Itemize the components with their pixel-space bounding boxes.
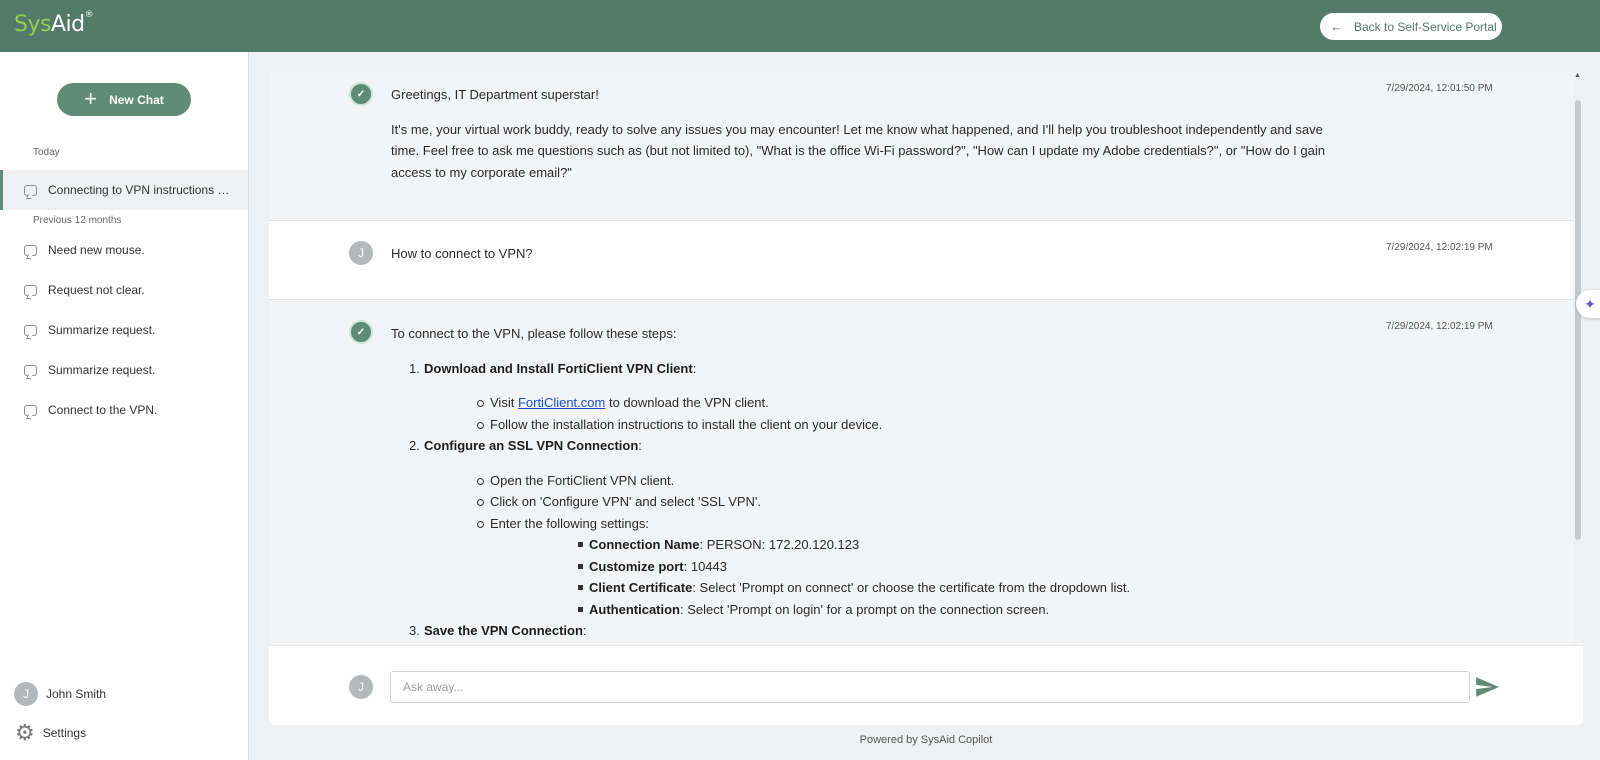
new-chat-label: New Chat bbox=[109, 92, 164, 107]
chat-history-item[interactable]: Connecting to VPN instructions n... bbox=[0, 170, 248, 210]
bullet-text: Visit bbox=[490, 395, 518, 410]
arrow-left-icon: ← bbox=[1330, 19, 1343, 34]
step-colon: : bbox=[582, 623, 587, 638]
logo-text-aid: Aid bbox=[50, 12, 85, 37]
step-colon: : bbox=[692, 360, 697, 376]
bot-message: ✓ 7/29/2024, 12:02:19 PM To connect to t… bbox=[269, 300, 1583, 645]
step-item: 1. Download and Install FortiClient VPN … bbox=[391, 358, 1351, 436]
step-number: 1. bbox=[409, 360, 420, 376]
back-to-portal-button[interactable]: ← Back to Self-Service Portal bbox=[1320, 13, 1502, 40]
chat-history-label: Summarize request. bbox=[48, 363, 156, 377]
plus-icon: + bbox=[84, 85, 98, 111]
logo-text-sys: Sys bbox=[14, 12, 51, 37]
copilot-avatar-icon: ✓ bbox=[349, 82, 373, 106]
sidebar: + New Chat Today Connecting to VPN instr… bbox=[0, 52, 249, 760]
step-item: 2. Configure an SSL VPN Connection: Open… bbox=[391, 435, 1351, 620]
avatar: J bbox=[14, 682, 38, 706]
new-chat-button[interactable]: + New Chat bbox=[57, 83, 191, 116]
chat-bubble-icon bbox=[24, 284, 37, 296]
user-profile[interactable]: J John Smith bbox=[14, 682, 106, 706]
setting-value: : Select 'Prompt on connect' or choose t… bbox=[692, 580, 1131, 595]
step-title: Configure an SSL VPN Connection bbox=[424, 438, 639, 453]
chat-history-item[interactable]: Connect to the VPN. bbox=[0, 390, 248, 430]
setting-value: : 10443 bbox=[683, 558, 727, 574]
message-body: Greetings, IT Department superstar! It's… bbox=[391, 84, 1351, 183]
message-timestamp: 7/29/2024, 12:02:19 PM bbox=[1386, 321, 1493, 332]
user-message: J 7/29/2024, 12:02:19 PM How to connect … bbox=[269, 221, 1583, 299]
avatar: J bbox=[349, 241, 373, 265]
bot-message: ✓ 7/29/2024, 12:01:50 PM Greetings, IT D… bbox=[269, 72, 1583, 220]
powered-by-footer: Powered by SysAid Copilot bbox=[859, 734, 993, 746]
step-number: 2. bbox=[409, 438, 420, 453]
group-label-previous: Previous 12 months bbox=[33, 215, 122, 226]
chat-history-label: Summarize request. bbox=[48, 323, 156, 337]
gear-icon: ⚙ bbox=[15, 720, 35, 745]
chat-bubble-icon bbox=[24, 244, 37, 256]
step-bullets: Open the FortiClient VPN client. Click o… bbox=[424, 470, 1351, 621]
forticlient-link[interactable]: FortiClient.com bbox=[518, 395, 605, 410]
chat-bubble-icon bbox=[24, 184, 37, 196]
chat-history-item[interactable]: Summarize request. bbox=[0, 310, 248, 350]
message-timestamp: 7/29/2024, 12:02:19 PM bbox=[1386, 242, 1493, 253]
bullet-item: Enter the following settings: Connection… bbox=[424, 513, 1351, 621]
chat-bubble-icon bbox=[24, 364, 37, 376]
greeting-text: Greetings, IT Department superstar! bbox=[391, 87, 599, 102]
setting-item: Authentication: Select 'Prompt on login'… bbox=[490, 599, 1351, 621]
message-composer: J bbox=[269, 645, 1583, 725]
step-title: Download and Install FortiClient VPN Cli… bbox=[424, 360, 693, 376]
setting-value: : Select 'Prompt on login' for a prompt … bbox=[680, 601, 1050, 617]
steps-list: 1. Download and Install FortiClient VPN … bbox=[391, 358, 1351, 642]
chat-history-label: Need new mouse. bbox=[48, 243, 145, 257]
setting-key: Connection Name bbox=[589, 537, 700, 552]
bullet-item: Visit FortiClient.com to download the VP… bbox=[424, 392, 1351, 414]
setting-key: Authentication bbox=[589, 601, 680, 617]
ai-sparkle-icon[interactable]: ✦ bbox=[1576, 290, 1600, 318]
back-to-portal-label: Back to Self-Service Portal bbox=[1354, 19, 1497, 34]
scrollbar-thumb[interactable] bbox=[1575, 100, 1581, 540]
chat-bubble-icon bbox=[24, 324, 37, 336]
setting-value: : PERSON: 172.20.120.123 bbox=[699, 537, 860, 552]
step-colon: : bbox=[638, 438, 642, 453]
setting-key: Customize port bbox=[589, 558, 684, 574]
chat-transcript[interactable]: ✓ 7/29/2024, 12:01:50 PM Greetings, IT D… bbox=[269, 72, 1583, 645]
copilot-avatar-icon: ✓ bbox=[349, 320, 373, 344]
group-label-today: Today bbox=[33, 147, 60, 158]
user-name: John Smith bbox=[46, 687, 107, 701]
message-intro: To connect to the VPN, please follow the… bbox=[391, 326, 677, 341]
chat-bubble-icon bbox=[24, 404, 37, 416]
bullet-text: Enter the following settings: bbox=[490, 515, 649, 531]
setting-item: Customize port: 10443 bbox=[490, 556, 1351, 578]
settings-list: Connection Name: PERSON: 172.20.120.123 … bbox=[490, 534, 1351, 620]
bullet-item: Click on 'Configure VPN' and select 'SSL… bbox=[424, 491, 1351, 513]
message-timestamp: 7/29/2024, 12:01:50 PM bbox=[1386, 83, 1493, 94]
setting-item: Connection Name: PERSON: 172.20.120.123 bbox=[490, 534, 1351, 556]
step-item: 3. Save the VPN Connection: bbox=[391, 620, 1351, 642]
chat-history-item[interactable]: Request not clear. bbox=[0, 270, 248, 310]
chat-history-label: Connect to the VPN. bbox=[48, 403, 158, 417]
avatar: J bbox=[349, 675, 373, 699]
settings-label: Settings bbox=[42, 726, 87, 740]
settings-link[interactable]: ⚙ Settings bbox=[15, 722, 86, 744]
chat-history-label: Request not clear. bbox=[48, 283, 145, 297]
bullet-item: Open the FortiClient VPN client. bbox=[424, 470, 1351, 492]
ask-input[interactable] bbox=[390, 671, 1470, 703]
step-bullets: Visit FortiClient.com to download the VP… bbox=[424, 392, 1351, 435]
logo-registered-mark: ® bbox=[84, 10, 94, 20]
bullet-item: Follow the installation instructions to … bbox=[424, 414, 1351, 436]
chat-history-item[interactable]: Need new mouse. bbox=[0, 230, 248, 270]
message-text: It's me, your virtual work buddy, ready … bbox=[391, 121, 1325, 180]
chat-history-label: Connecting to VPN instructions n... bbox=[48, 183, 230, 197]
message-body: To connect to the VPN, please follow the… bbox=[391, 323, 1351, 642]
top-bar: SysAid® ← Back to Self-Service Portal bbox=[0, 0, 1600, 52]
chat-history-item[interactable]: Summarize request. bbox=[0, 350, 248, 390]
step-title: Save the VPN Connection bbox=[424, 623, 583, 638]
message-text: How to connect to VPN? bbox=[391, 246, 533, 261]
bullet-text: to download the VPN client. bbox=[605, 395, 769, 410]
step-number: 3. bbox=[409, 623, 420, 638]
setting-item: Client Certificate: Select 'Prompt on co… bbox=[490, 577, 1351, 599]
send-icon[interactable] bbox=[1474, 674, 1500, 700]
sysaid-logo[interactable]: SysAid® bbox=[14, 10, 94, 37]
setting-key: Client Certificate bbox=[589, 580, 693, 595]
scroll-up-arrow-icon[interactable]: ▲ bbox=[1574, 72, 1581, 79]
